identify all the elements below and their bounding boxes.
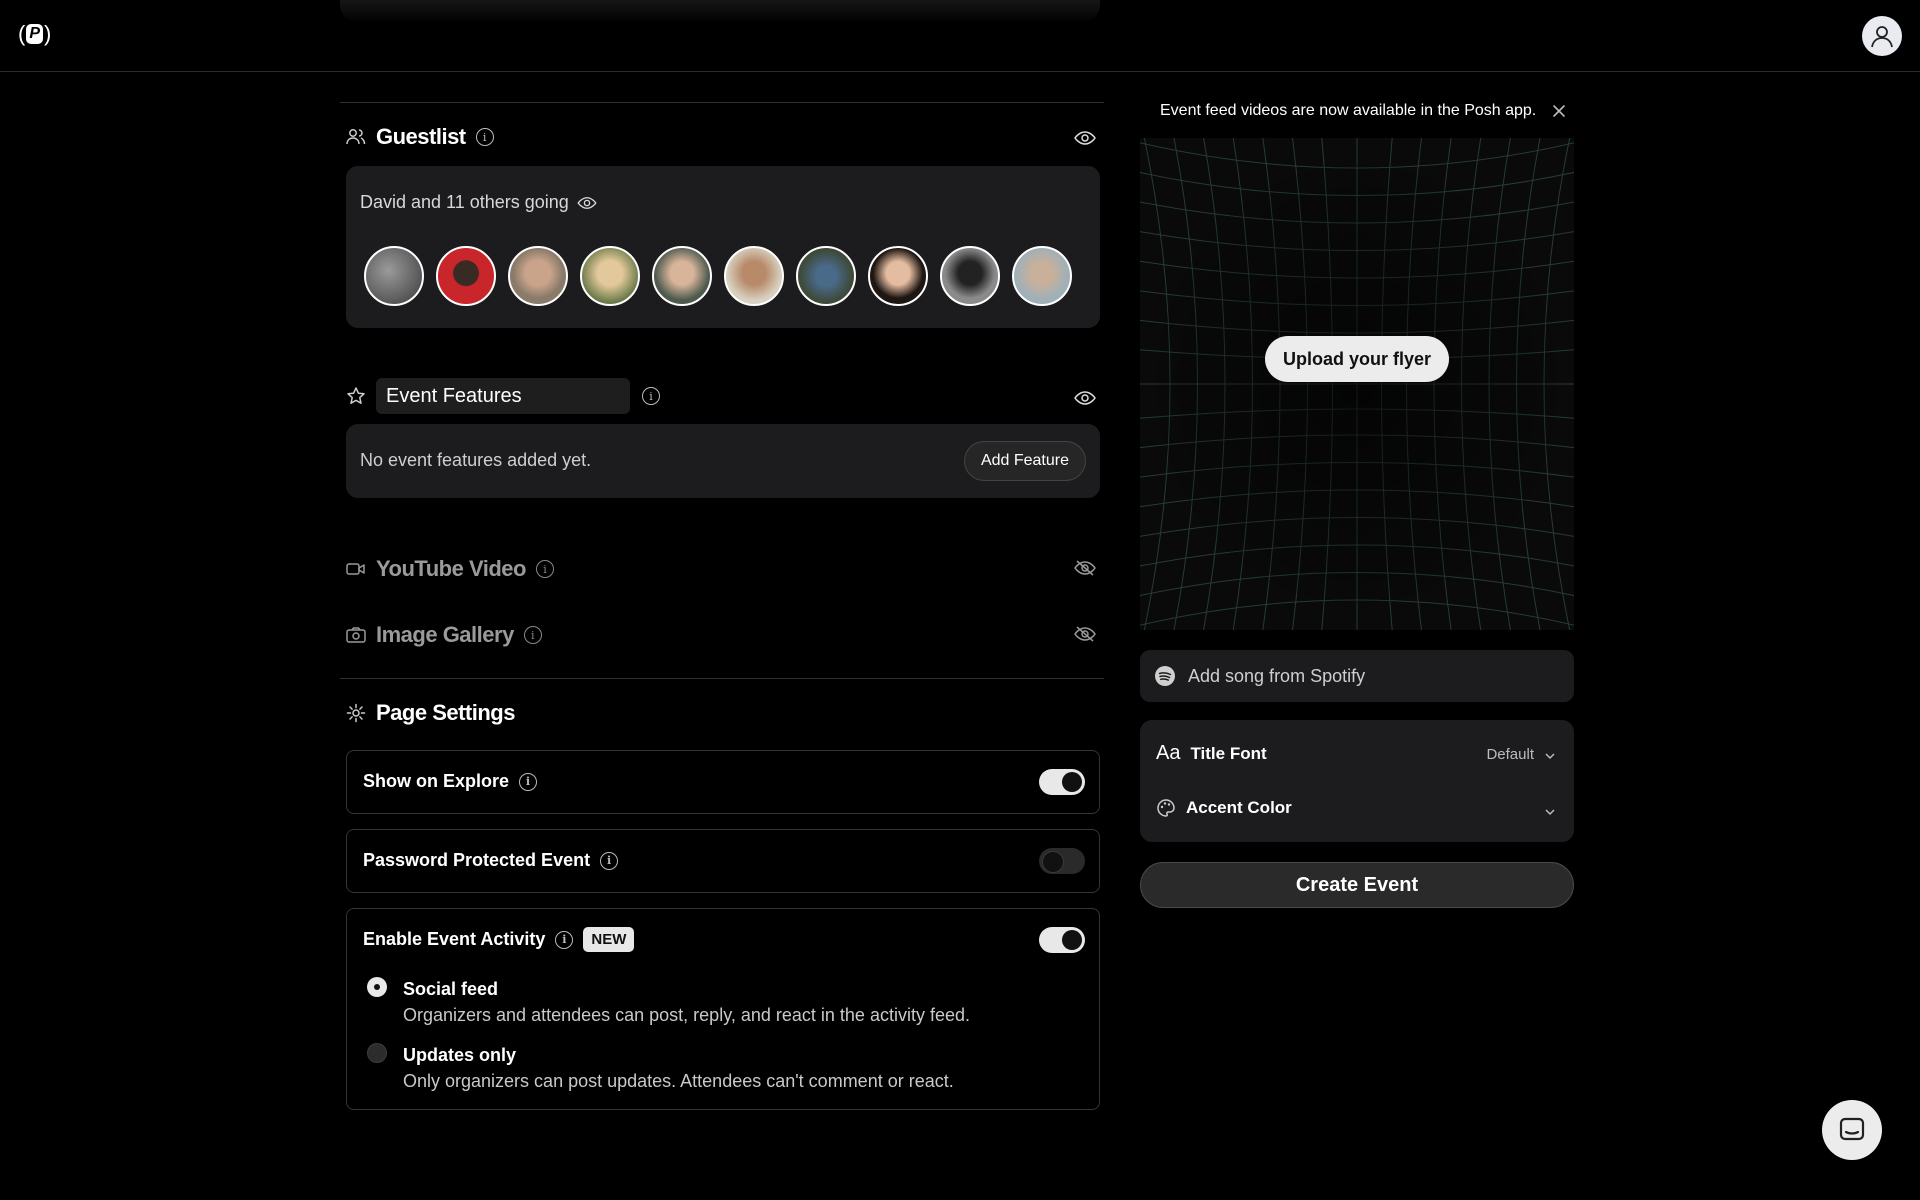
page-settings-header: Page Settings — [346, 700, 515, 726]
profile-button[interactable] — [1862, 16, 1902, 56]
title-font-row[interactable]: Aa Title Font — [1156, 742, 1267, 765]
spotify-input[interactable]: Add song from Spotify — [1140, 650, 1574, 702]
info-icon[interactable]: i — [642, 387, 660, 405]
gallery-title: Image Gallery — [376, 622, 514, 647]
avatar[interactable] — [580, 246, 640, 306]
updates-only-radio[interactable] — [367, 1043, 387, 1063]
show-on-explore-row: Show on Explore i — [346, 750, 1100, 814]
show-on-explore-label-wrap: Show on Explore i — [363, 771, 538, 792]
video-camera-icon — [346, 563, 365, 575]
flyer-preview[interactable]: Upload your flyer — [1140, 138, 1574, 630]
create-event-button[interactable]: Create Event — [1140, 862, 1574, 908]
grid-background — [1140, 138, 1574, 630]
avatar[interactable] — [868, 246, 928, 306]
password-protected-toggle[interactable] — [1039, 848, 1085, 874]
spotify-icon — [1155, 666, 1175, 686]
divider — [340, 678, 1104, 679]
event-activity-label: Enable Event Activity — [363, 929, 546, 949]
guestlist-title: Guestlist — [376, 124, 466, 149]
top-glow — [340, 0, 1100, 24]
announcement-banner: Event feed videos are now available in t… — [1140, 90, 1574, 132]
updates-only-desc: Only organizers can post updates. Attend… — [403, 1071, 954, 1091]
avatar[interactable] — [508, 246, 568, 306]
title-font-value[interactable]: Default — [1486, 746, 1534, 763]
title-font-label: Title Font — [1190, 743, 1267, 763]
eye-icon[interactable] — [577, 196, 597, 210]
show-on-explore-toggle[interactable] — [1039, 769, 1085, 795]
info-icon[interactable]: i — [475, 128, 494, 146]
eye-off-icon[interactable] — [1074, 626, 1096, 642]
avatar[interactable] — [724, 246, 784, 306]
info-icon[interactable]: i — [600, 851, 619, 870]
upload-flyer-button[interactable]: Upload your flyer — [1265, 336, 1449, 382]
page-settings-title: Page Settings — [376, 700, 515, 725]
font-icon: Aa — [1156, 742, 1181, 764]
divider — [340, 102, 1104, 103]
info-icon[interactable]: i — [555, 930, 574, 949]
guestlist-header: Guestlist i — [346, 124, 494, 150]
style-settings-card: Aa Title Font Default Accent Color — [1140, 720, 1574, 842]
gear-icon — [346, 703, 366, 723]
chevron-down-icon[interactable] — [1544, 806, 1556, 818]
no-features-text: No event features added yet. — [360, 450, 592, 470]
avatar[interactable] — [652, 246, 712, 306]
guest-count-text: David and 11 others going — [360, 192, 569, 212]
password-protected-label: Password Protected Event — [363, 850, 591, 870]
eye-icon[interactable] — [1074, 130, 1096, 146]
accent-color-label: Accent Color — [1186, 798, 1292, 817]
banner-text: Event feed videos are now available in t… — [1160, 102, 1537, 119]
chat-button[interactable] — [1822, 1100, 1882, 1160]
camera-icon — [346, 627, 366, 643]
social-feed-desc: Organizers and attendees can post, reply… — [403, 1005, 970, 1025]
chat-icon — [1839, 1117, 1865, 1141]
user-icon — [1871, 26, 1893, 48]
spotify-placeholder: Add song from Spotify — [1188, 665, 1366, 686]
avatar[interactable] — [436, 246, 496, 306]
password-protected-label-wrap: Password Protected Event i — [363, 850, 619, 871]
add-feature-button[interactable]: Add Feature — [963, 441, 1086, 481]
event-activity-card: Enable Event Activity i NEW Social feed … — [346, 908, 1100, 1110]
event-features-card: No event features added yet. Add Feature — [346, 424, 1100, 498]
event-activity-label-wrap: Enable Event Activity i NEW — [363, 927, 635, 952]
gallery-header: Image Gallery i — [346, 622, 542, 648]
social-feed-title[interactable]: Social feed — [403, 979, 498, 1000]
guest-avatars — [364, 246, 1072, 306]
password-protected-row: Password Protected Event i — [346, 829, 1100, 893]
close-icon[interactable] — [1552, 104, 1566, 118]
users-icon — [346, 129, 366, 145]
youtube-title: YouTube Video — [376, 556, 526, 581]
show-on-explore-label: Show on Explore — [363, 771, 510, 791]
updates-only-title[interactable]: Updates only — [403, 1045, 516, 1066]
guestlist-card: David and 11 others going — [346, 166, 1100, 328]
event-features-title: Event Features — [386, 385, 522, 407]
star-icon — [347, 387, 365, 404]
chevron-down-icon[interactable] — [1544, 750, 1556, 762]
avatar[interactable] — [940, 246, 1000, 306]
accent-color-row[interactable]: Accent Color — [1156, 798, 1292, 818]
social-feed-radio[interactable] — [367, 977, 387, 997]
event-activity-toggle[interactable] — [1039, 927, 1085, 953]
event-features-title-input[interactable]: Event Features — [376, 378, 630, 414]
eye-icon[interactable] — [1074, 390, 1096, 406]
info-icon[interactable]: i — [523, 626, 542, 644]
avatar[interactable] — [1012, 246, 1072, 306]
avatar[interactable] — [796, 246, 856, 306]
posh-logo[interactable]: (P) — [18, 20, 54, 48]
new-badge: NEW — [583, 927, 635, 952]
eye-off-icon[interactable] — [1074, 560, 1096, 576]
guest-count: David and 11 others going — [360, 192, 597, 213]
palette-icon — [1157, 799, 1175, 817]
info-icon[interactable]: i — [519, 772, 538, 791]
top-bar: (P) — [0, 0, 1920, 72]
youtube-header: YouTube Video i — [346, 556, 554, 582]
info-icon[interactable]: i — [535, 560, 554, 578]
avatar[interactable] — [364, 246, 424, 306]
